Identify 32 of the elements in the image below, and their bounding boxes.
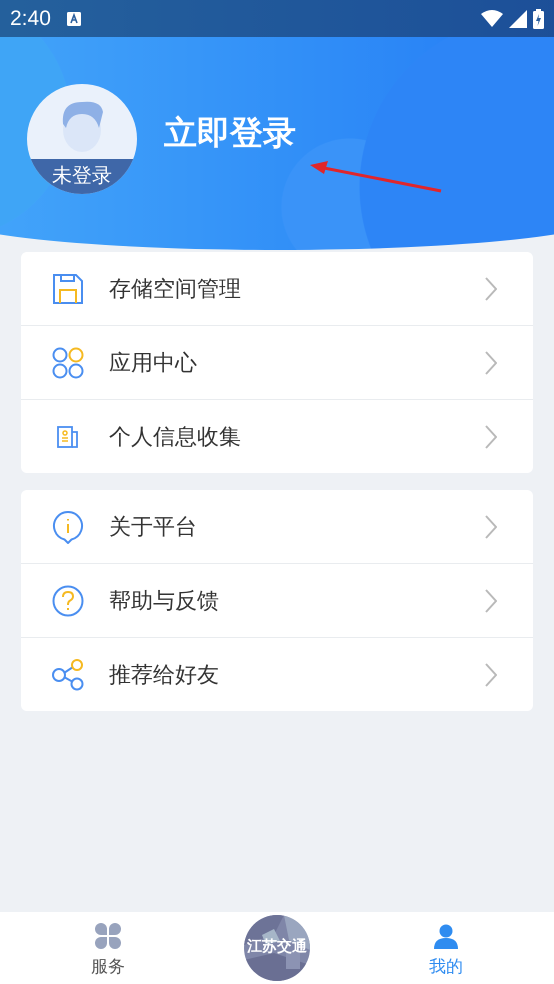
- menu-item[interactable]: 存储空间管理: [21, 252, 533, 325]
- menu-item[interactable]: 推荐给好友: [21, 637, 533, 711]
- menu-item-label: 存储空间管理: [109, 276, 242, 304]
- menu-item-label: 关于平台: [109, 514, 198, 542]
- menu-item-label: 应用中心: [109, 350, 198, 378]
- chevron-right-icon: [485, 662, 497, 686]
- share-icon: [51, 658, 85, 690]
- menu-item[interactable]: 帮助与反馈: [21, 563, 533, 637]
- chevron-right-icon: [485, 350, 497, 374]
- avatar[interactable]: 未登录: [27, 84, 137, 194]
- menu-item[interactable]: 个人信息收集: [21, 399, 533, 473]
- chevron-right-icon: [485, 588, 497, 612]
- chevron-right-icon: [485, 276, 497, 300]
- info-bubble-icon: [51, 510, 85, 544]
- battery-icon: [533, 8, 544, 28]
- four-circles-icon: [51, 346, 85, 378]
- four-petals-icon: [95, 922, 121, 948]
- keyboard-icon: [66, 12, 81, 26]
- wifi-icon: [481, 10, 503, 27]
- signal-icon: [509, 10, 527, 28]
- menu-item-label: 个人信息收集: [109, 424, 242, 452]
- help-icon: [51, 584, 85, 616]
- menu-item-label: 推荐给好友: [109, 662, 220, 690]
- menu-item-label: 帮助与反馈: [109, 588, 220, 616]
- person-icon: [433, 922, 459, 948]
- menu-item[interactable]: 应用中心: [21, 325, 533, 399]
- chevron-right-icon: [485, 424, 497, 448]
- app-logo[interactable]: 江苏交通: [244, 915, 310, 981]
- status-time: 2:40: [10, 6, 51, 30]
- chevron-right-icon: [485, 514, 497, 538]
- nav-tab[interactable]: 服务: [68, 918, 148, 978]
- menu-item[interactable]: 关于平台: [21, 490, 533, 563]
